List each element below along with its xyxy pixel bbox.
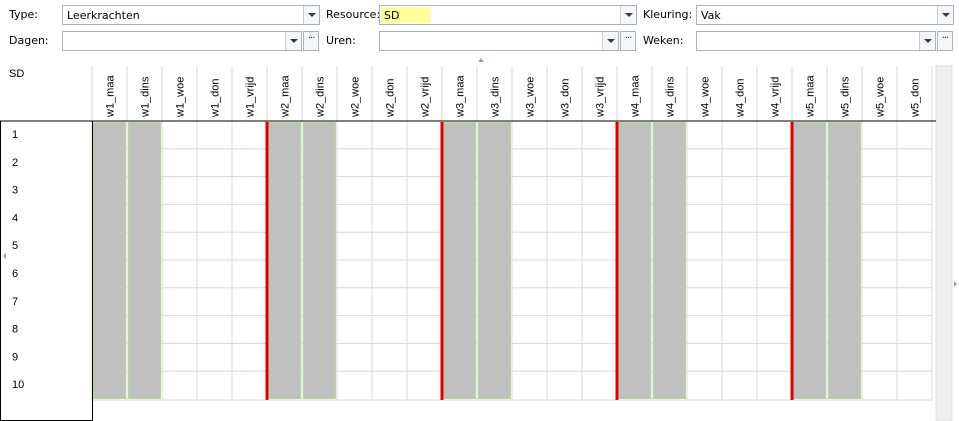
splitter-right-icon[interactable] <box>954 281 957 287</box>
column-header-w3_woe[interactable]: w3_woe <box>525 77 537 118</box>
row-header-10[interactable]: 10 <box>12 379 24 391</box>
column-header-w2_woe[interactable]: w2_woe <box>350 77 362 118</box>
row-header-6[interactable]: 6 <box>12 268 18 280</box>
column-header-w2_dins[interactable]: w2_dins <box>315 76 327 118</box>
scheduled-block-w2_dins[interactable] <box>303 122 336 399</box>
column-header-w1_woe[interactable]: w1_woe <box>175 77 187 118</box>
row-header-9[interactable]: 9 <box>12 351 18 363</box>
splitter-left-icon[interactable] <box>3 253 6 259</box>
schedule-grid: SD w1_maa w1_dins w1_woe w1_don w1_vrijd w2_m… <box>0 58 957 421</box>
column-header-w1_maa[interactable]: w1_maa <box>105 75 117 118</box>
column-header-w4_dins[interactable]: w4_dins <box>665 76 677 118</box>
row-header-1[interactable]: 1 <box>12 129 18 141</box>
column-header-w5_don[interactable]: w5_don <box>910 78 922 118</box>
column-header-w4_woe[interactable]: w4_woe <box>700 77 712 118</box>
column-header-w2_maa[interactable]: w2_maa <box>280 75 292 118</box>
scheduled-block-w3_maa[interactable] <box>443 122 476 399</box>
column-header-w3_vrijd[interactable]: w3_vrijd <box>595 77 607 118</box>
column-header-w4_maa[interactable]: w4_maa <box>630 75 642 118</box>
scheduled-block-w2_maa[interactable] <box>268 122 301 399</box>
column-header-w5_dins[interactable]: w5_dins <box>840 76 852 118</box>
column-header-w4_vrijd[interactable]: w4_vrijd <box>770 77 782 118</box>
column-header-w3_dins[interactable]: w3_dins <box>490 76 502 118</box>
scheduled-block-w5_maa[interactable] <box>793 122 826 399</box>
row-header-8[interactable]: 8 <box>12 324 18 336</box>
column-header-w3_don[interactable]: w3_don <box>560 78 572 118</box>
column-header-w1_don[interactable]: w1_don <box>210 78 222 118</box>
column-header-w1_vrijd[interactable]: w1_vrijd <box>245 77 257 118</box>
row-header-7[interactable]: 7 <box>12 296 18 308</box>
vertical-scrollbar[interactable] <box>935 65 953 421</box>
scheduled-block-w4_dins[interactable] <box>653 122 686 399</box>
grid-corner-label: SD <box>9 68 24 80</box>
row-header-5[interactable]: 5 <box>12 240 18 252</box>
column-header-w2_don[interactable]: w2_don <box>385 78 397 118</box>
column-header-w1_dins[interactable]: w1_dins <box>140 76 152 118</box>
scheduled-block-w1_dins[interactable] <box>128 122 161 399</box>
row-header-4[interactable]: 4 <box>12 212 18 224</box>
column-header-w5_woe[interactable]: w5_woe <box>875 77 887 118</box>
splitter-up-icon[interactable] <box>478 58 484 62</box>
scheduled-block-w5_dins[interactable] <box>828 122 861 399</box>
column-header-w5_maa[interactable]: w5_maa <box>805 75 817 118</box>
column-header-w2_vrijd[interactable]: w2_vrijd <box>420 77 432 118</box>
row-header-2[interactable]: 2 <box>12 157 18 169</box>
column-header-w3_maa[interactable]: w3_maa <box>455 75 467 118</box>
column-header-w4_don[interactable]: w4_don <box>735 78 747 118</box>
scheduled-block-w3_dins[interactable] <box>478 122 511 399</box>
scheduled-block-w1_maa[interactable] <box>93 122 126 399</box>
row-header-3[interactable]: 3 <box>12 185 18 197</box>
scheduled-block-w4_maa[interactable] <box>618 122 651 399</box>
